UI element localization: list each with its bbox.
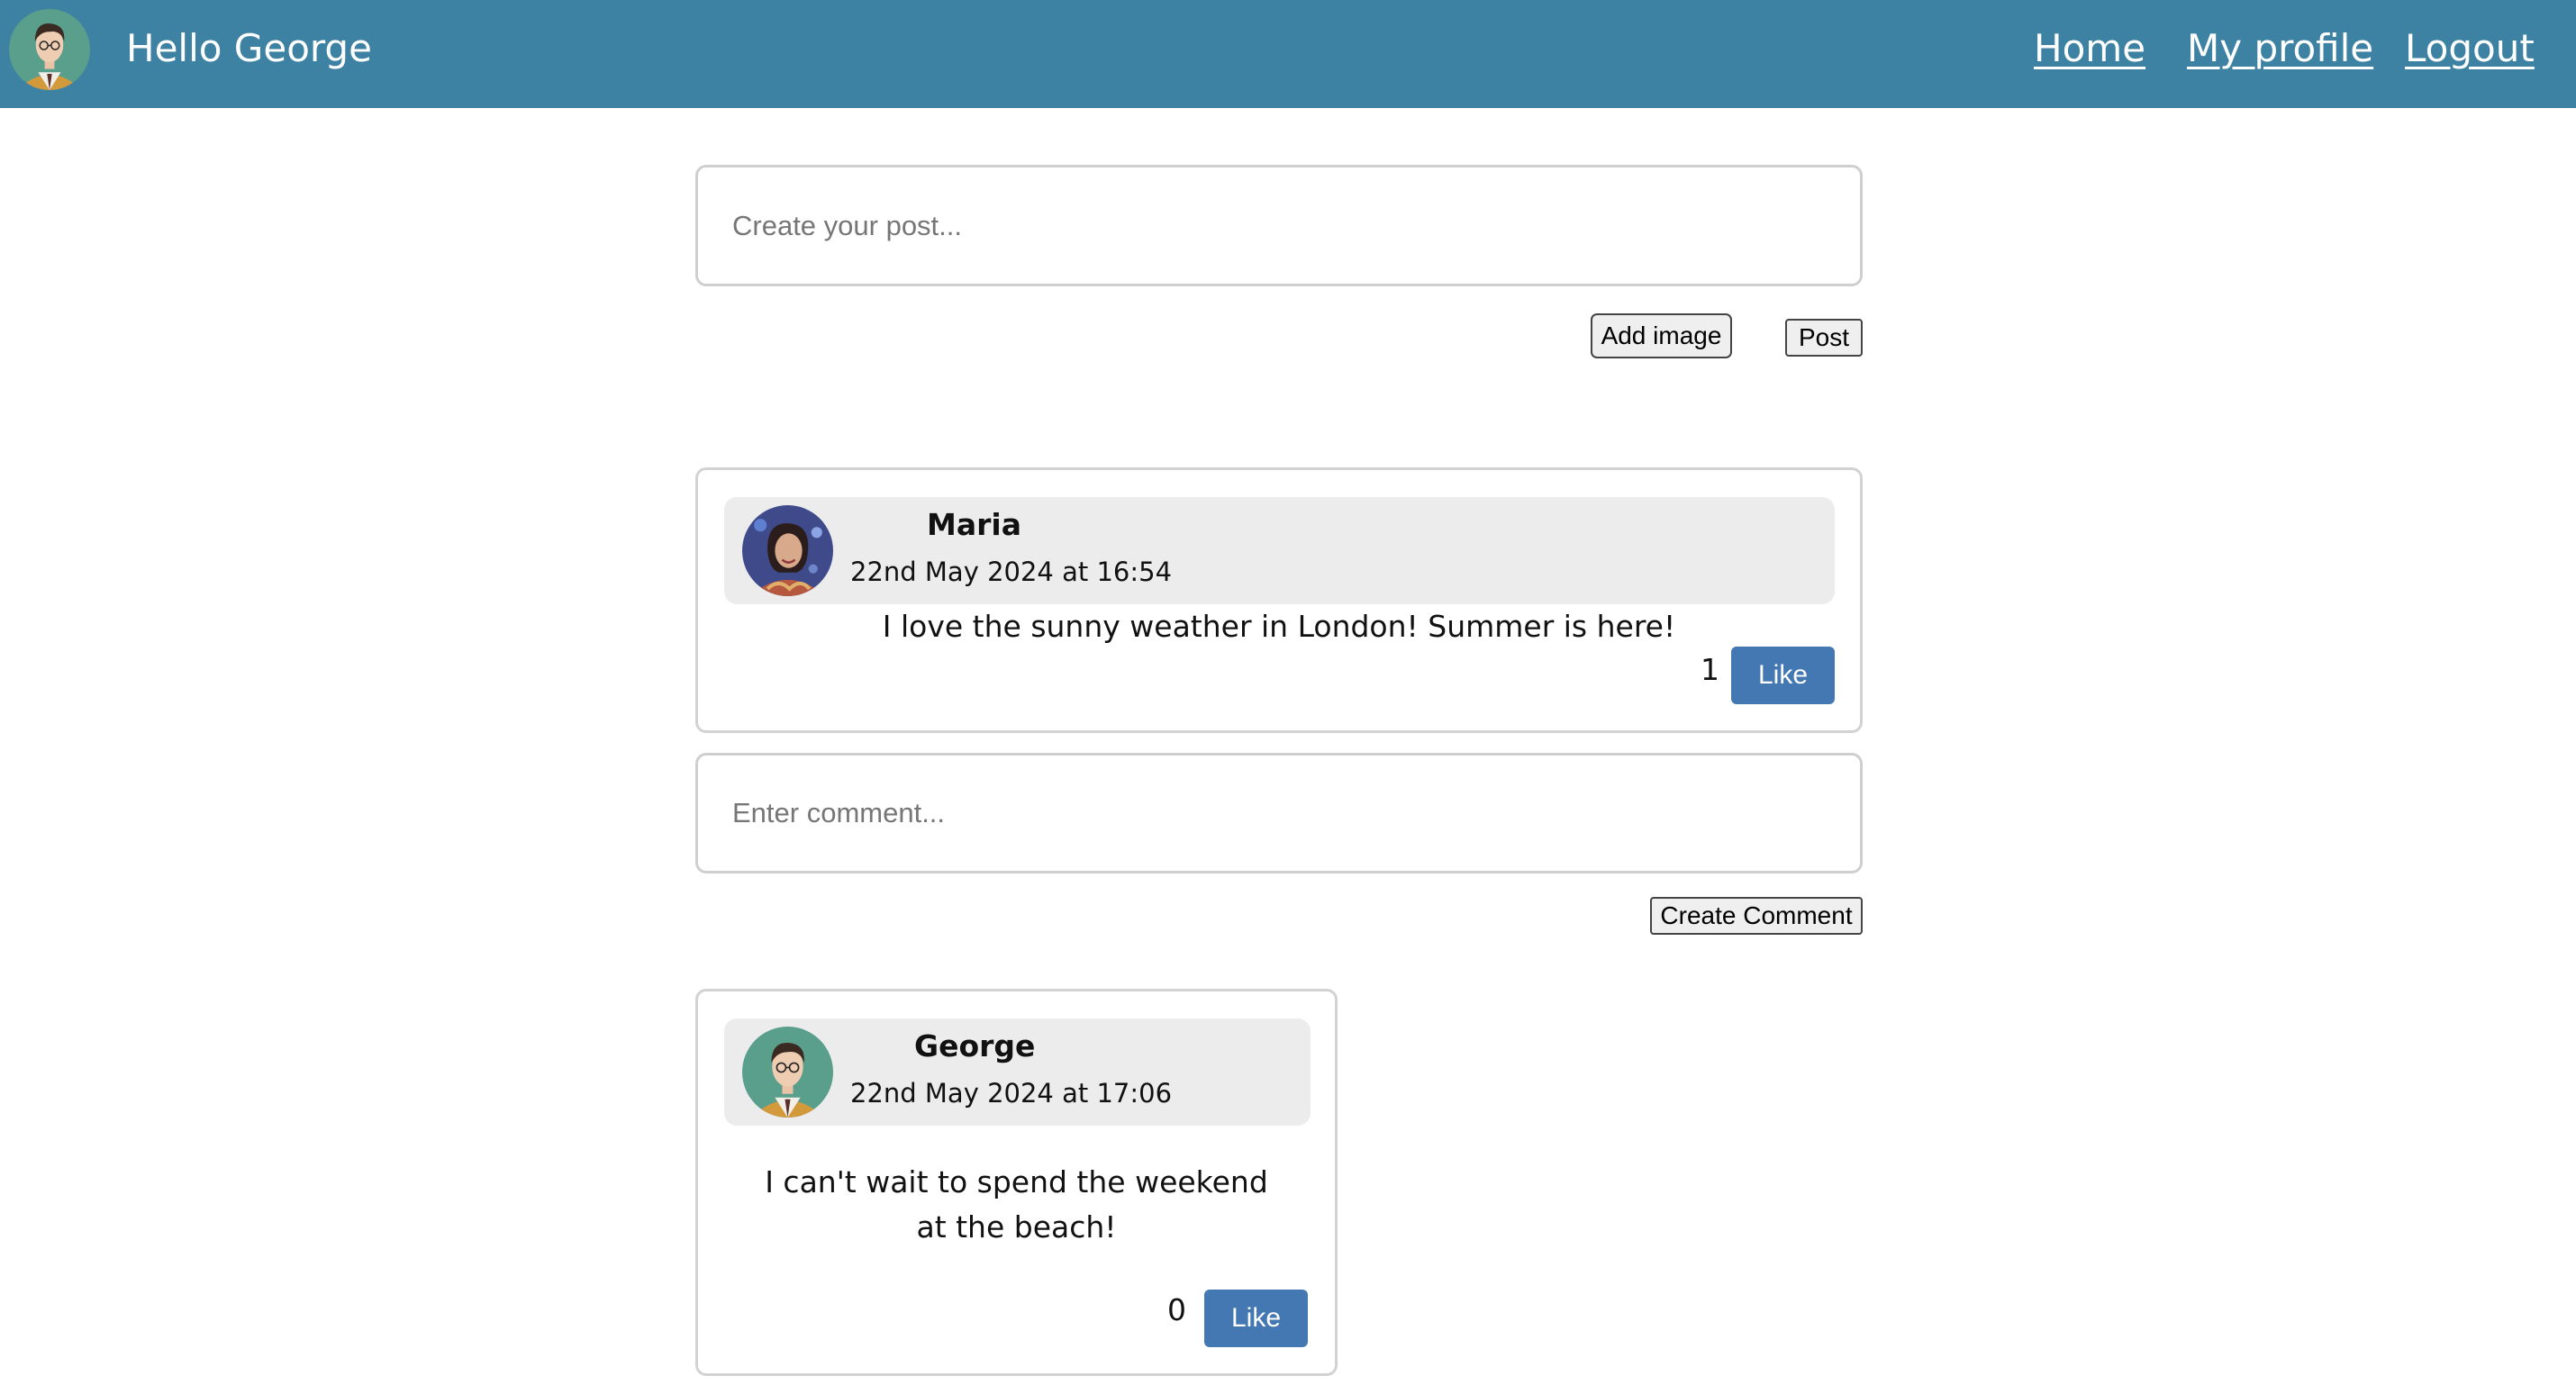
- author-avatar: [742, 1027, 833, 1118]
- post-button[interactable]: Post: [1785, 319, 1863, 357]
- comment-like-button[interactable]: Like: [1204, 1290, 1308, 1347]
- comment-card: George 22nd May 2024 at 17:06 I can't wa…: [695, 989, 1338, 1376]
- comment-like-count: 0: [1167, 1292, 1186, 1327]
- post-header: Maria 22nd May 2024 at 16:54: [724, 497, 1835, 604]
- author-avatar: [742, 505, 833, 596]
- comment-body-text: I can't wait to spend the weekend at the…: [765, 1164, 1268, 1245]
- post-timestamp: 22nd May 2024 at 16:54: [850, 557, 1173, 587]
- comment-author-name: George: [914, 1028, 1036, 1064]
- nav-my-profile-link[interactable]: My profile: [2187, 23, 2373, 74]
- top-navigation-bar: Hello George Home My profile Logout: [0, 0, 2576, 108]
- post-author-name: Maria: [927, 507, 1021, 542]
- post-like-button[interactable]: Like: [1731, 647, 1835, 704]
- avatar-maria-icon: [742, 505, 833, 596]
- comment-header: George 22nd May 2024 at 17:06: [724, 1018, 1311, 1126]
- create-post-input[interactable]: [695, 165, 1863, 286]
- create-comment-button[interactable]: Create Comment: [1650, 897, 1863, 935]
- nav-logout-link[interactable]: Logout: [2405, 23, 2535, 74]
- post-card: Maria 22nd May 2024 at 16:54 I love the …: [695, 467, 1863, 733]
- post-like-count: 1: [1701, 652, 1719, 687]
- nav-home-link[interactable]: Home: [2034, 23, 2145, 74]
- greeting-text: Hello George: [126, 26, 372, 70]
- avatar-george-icon: [9, 9, 90, 90]
- comment-timestamp: 22nd May 2024 at 17:06: [850, 1078, 1173, 1109]
- comment-input[interactable]: [695, 753, 1863, 874]
- user-avatar: [9, 9, 90, 90]
- avatar-george-icon: [742, 1027, 833, 1118]
- add-image-button[interactable]: Add image: [1591, 313, 1732, 358]
- post-body-text: I love the sunny weather in London! Summ…: [882, 609, 1676, 644]
